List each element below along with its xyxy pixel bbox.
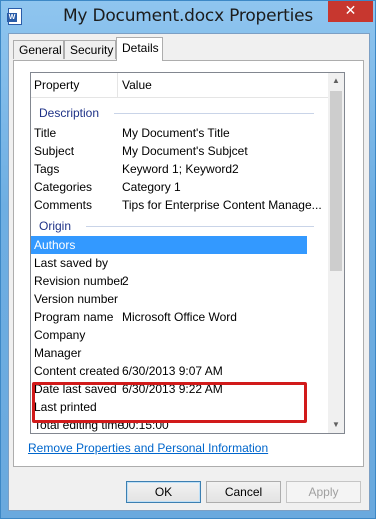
list-item[interactable]: Last saved by: [31, 254, 307, 272]
cancel-button[interactable]: Cancel: [206, 481, 281, 503]
group-divider: [114, 113, 314, 114]
properties-list[interactable]: Property Value Description Title My Docu…: [30, 72, 345, 434]
list-item[interactable]: Program name Microsoft Office Word: [31, 308, 307, 326]
list-item[interactable]: Company: [31, 326, 307, 344]
property-name: Last saved by: [34, 256, 109, 270]
list-item[interactable]: Subject My Document's Subjcet: [31, 142, 307, 160]
property-name: Authors: [34, 238, 76, 252]
property-name: Content created: [34, 364, 120, 378]
scroll-down-icon[interactable]: ▼: [328, 417, 344, 433]
apply-button[interactable]: Apply: [286, 481, 361, 503]
close-icon[interactable]: ✕: [328, 1, 373, 22]
list-item[interactable]: Version number: [31, 290, 307, 308]
group-divider: [86, 226, 314, 227]
property-value: Category 1: [122, 180, 181, 194]
tab-security[interactable]: Security: [64, 40, 116, 59]
properties-dialog: W My Document.docx Properties ✕ General …: [0, 0, 376, 519]
dialog-body: General Security Details Property Value …: [8, 33, 370, 511]
property-name: Comments: [34, 198, 93, 212]
annotation-highlight-box: [32, 382, 307, 423]
property-name: Manager: [34, 346, 82, 360]
property-value: My Document's Title: [122, 126, 230, 140]
ok-button[interactable]: OK: [126, 481, 201, 503]
property-name: Revision number: [34, 274, 125, 288]
list-header: Property Value: [31, 73, 328, 98]
property-name: Version number: [34, 292, 119, 306]
list-item[interactable]: Title My Document's Title: [31, 124, 307, 142]
details-panel: Property Value Description Title My Docu…: [13, 60, 364, 467]
list-item[interactable]: Categories Category 1: [31, 178, 307, 196]
property-value: Keyword 1; Keyword2: [122, 162, 239, 176]
scroll-up-icon[interactable]: ▲: [328, 73, 344, 89]
list-item[interactable]: Manager: [31, 344, 307, 362]
property-name: Program name: [34, 310, 114, 324]
group-description: Description: [39, 106, 100, 120]
property-name: Title: [34, 126, 57, 140]
tab-details[interactable]: Details: [116, 37, 163, 61]
column-header-value[interactable]: Value: [122, 73, 152, 97]
title-bar[interactable]: W My Document.docx Properties ✕: [1, 1, 375, 33]
group-origin: Origin: [39, 219, 72, 233]
property-name: Categories: [34, 180, 93, 194]
property-value: 2: [122, 274, 129, 288]
list-item[interactable]: Tags Keyword 1; Keyword2: [31, 160, 307, 178]
property-value: Tips for Enterprise Content Manage...: [122, 198, 322, 212]
property-value: My Document's Subjcet: [122, 144, 248, 158]
list-item-selected[interactable]: Authors: [31, 236, 307, 254]
property-name: Subject: [34, 144, 75, 158]
tab-general[interactable]: General: [13, 40, 64, 59]
property-name: Tags: [34, 162, 60, 176]
vertical-scrollbar[interactable]: ▲ ▼: [328, 73, 344, 433]
list-item[interactable]: Content created 6/30/2013 9:07 AM: [31, 362, 307, 380]
property-value: 6/30/2013 9:07 AM: [122, 364, 223, 378]
window-title: My Document.docx Properties: [62, 6, 314, 26]
list-item[interactable]: Comments Tips for Enterprise Content Man…: [31, 196, 322, 214]
column-header-property[interactable]: Property: [34, 73, 79, 97]
property-name: Company: [34, 328, 86, 342]
property-value: Microsoft Office Word: [122, 310, 237, 324]
column-divider[interactable]: [117, 73, 118, 97]
list-item[interactable]: Revision number 2: [31, 272, 307, 290]
scrollbar-thumb[interactable]: [330, 91, 342, 271]
remove-properties-link[interactable]: Remove Properties and Personal Informati…: [28, 441, 268, 455]
